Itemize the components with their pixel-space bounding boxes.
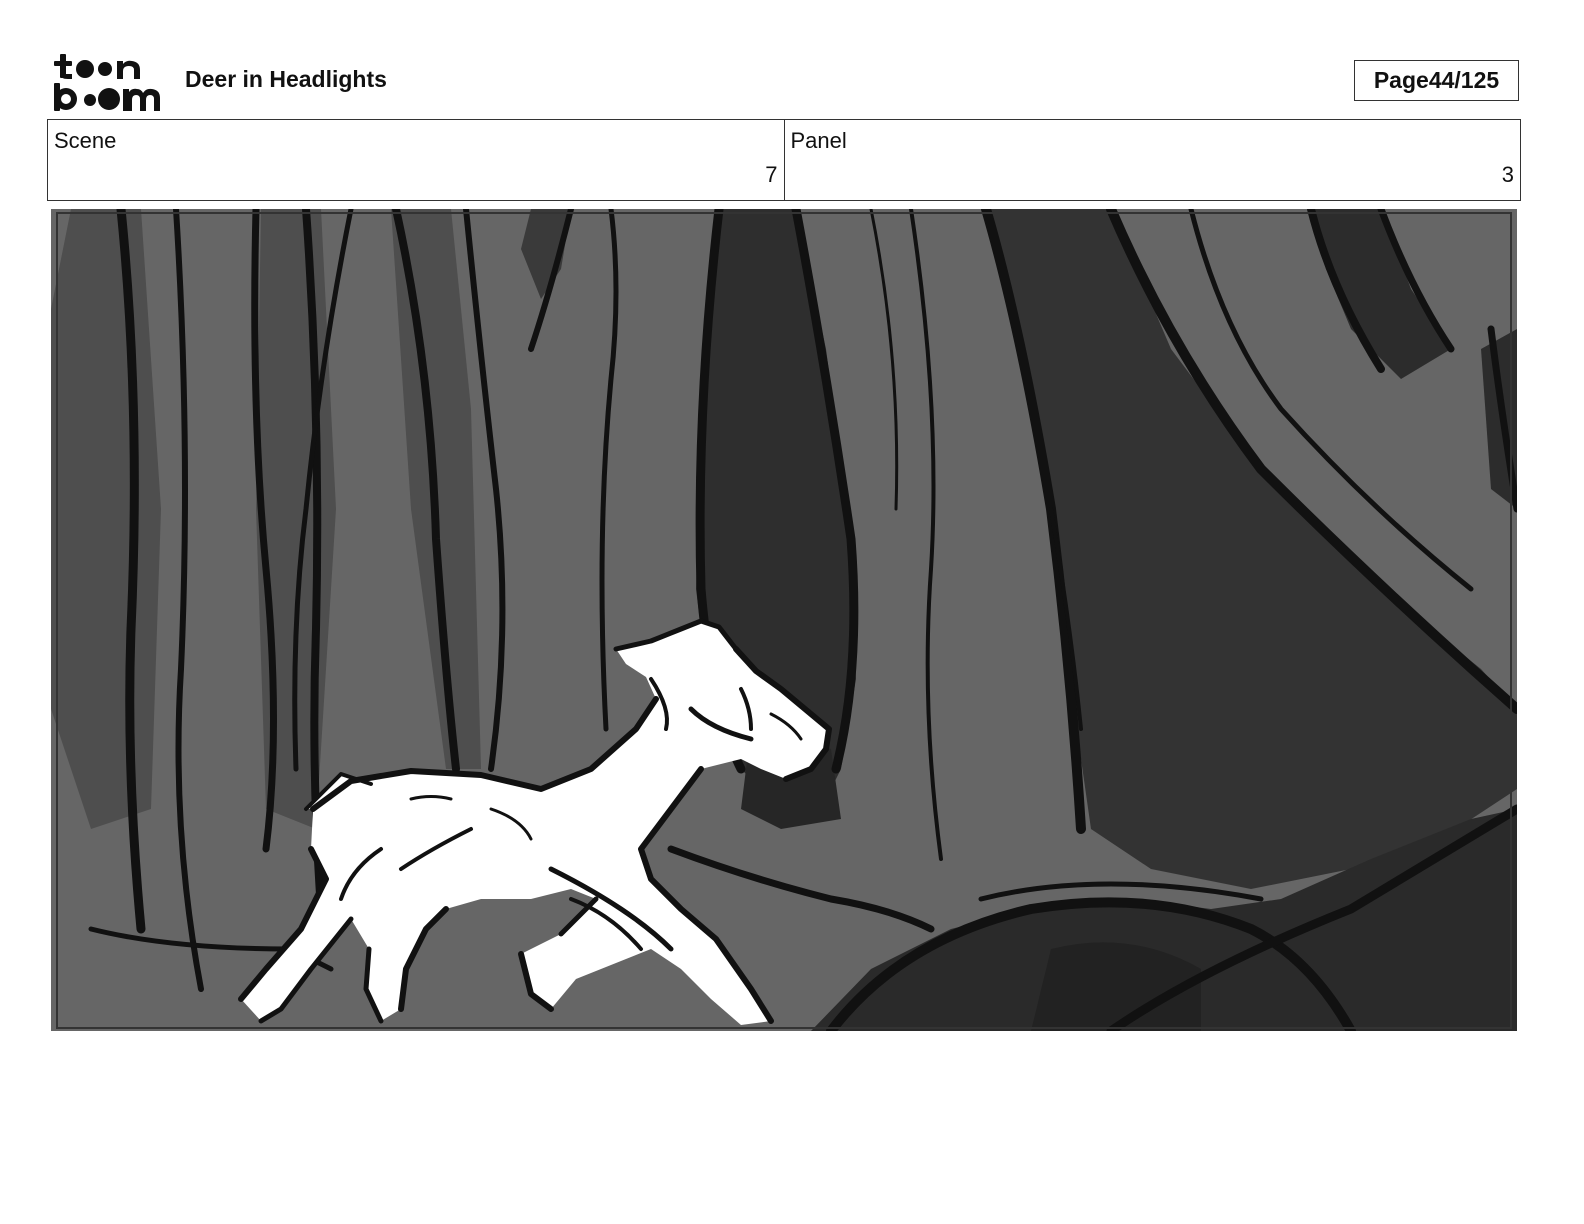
scene-cell: Scene 7: [48, 120, 784, 200]
storyboard-panel-image: [51, 209, 1517, 1031]
panel-cell: Panel 3: [783, 120, 1521, 200]
page-label: Page: [1373, 67, 1429, 93]
panel-value: 3: [1501, 162, 1514, 187]
project-title: Deer in Headlights: [185, 66, 387, 92]
page-number: 44/125: [1428, 67, 1500, 93]
panel-label: Panel: [790, 128, 847, 153]
scene-value: 7: [765, 162, 778, 187]
page-indicator: Page 44/125: [1354, 60, 1519, 101]
scene-panel-table: Scene 7 Panel 3: [47, 119, 1521, 201]
forest-deer-sketch: [51, 209, 1517, 1031]
toon-boom-logo: [54, 54, 160, 111]
scene-label: Scene: [54, 128, 117, 153]
